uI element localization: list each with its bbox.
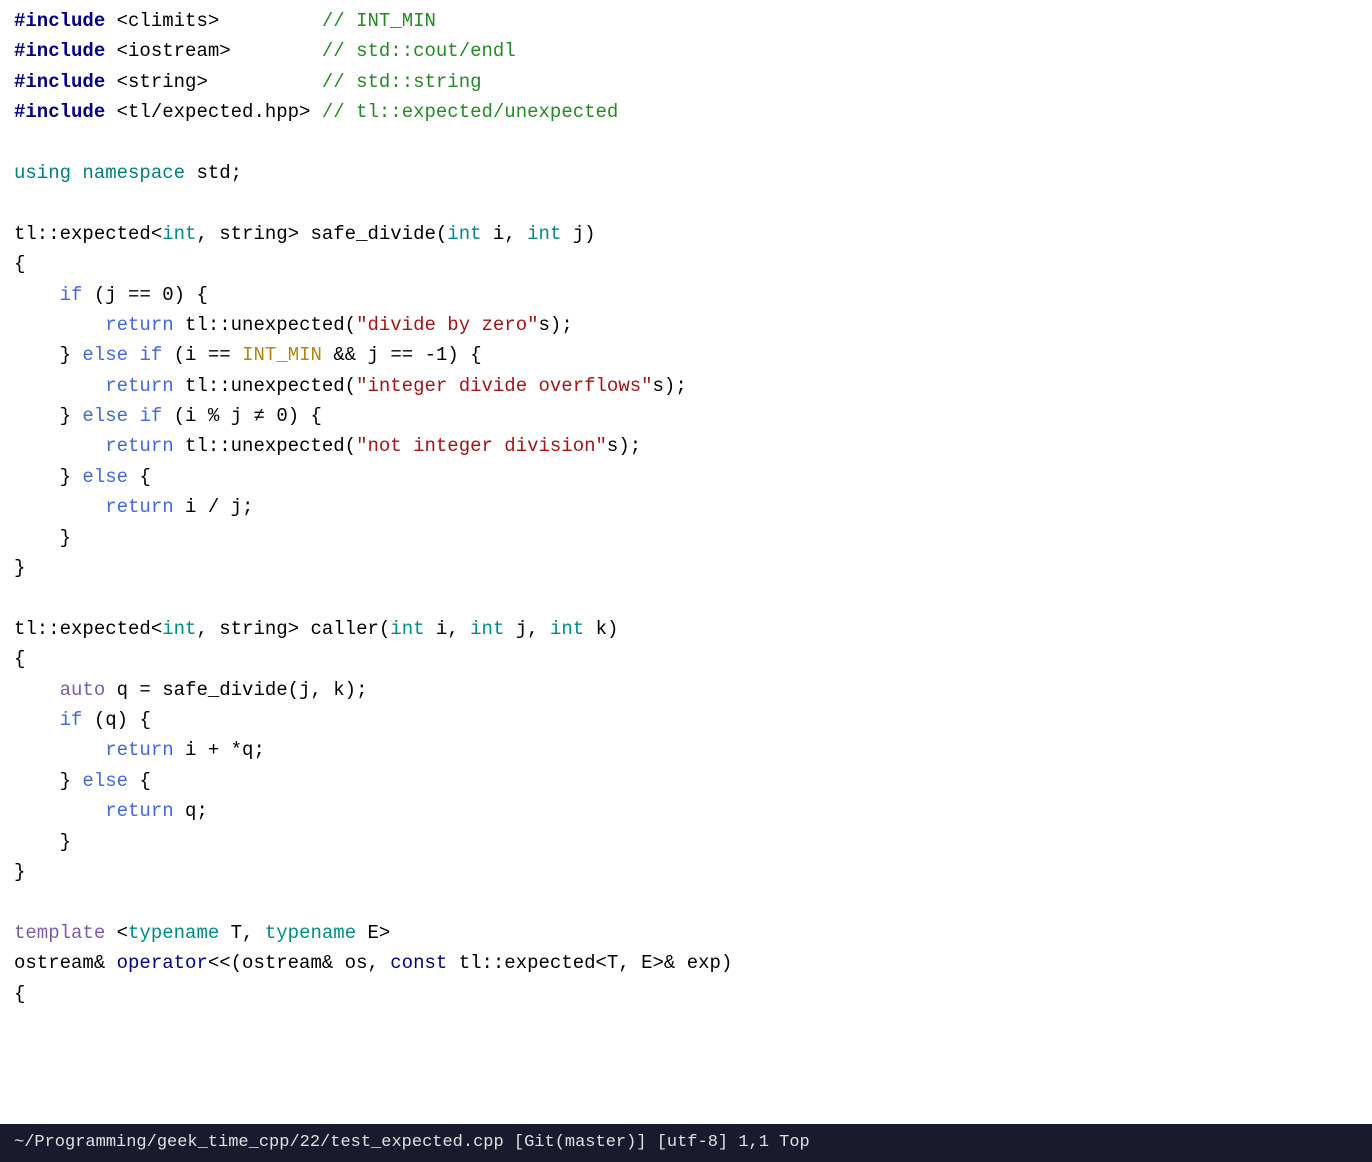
- status-bar: ~/Programming/geek_time_cpp/22/test_expe…: [0, 1124, 1372, 1162]
- status-bar-text: ~/Programming/geek_time_cpp/22/test_expe…: [14, 1130, 810, 1156]
- editor-container: #include <climits> // INT_MIN #include <…: [0, 0, 1372, 1162]
- code-content: #include <climits> // INT_MIN #include <…: [14, 6, 1372, 1009]
- code-area[interactable]: #include <climits> // INT_MIN #include <…: [0, 0, 1372, 1124]
